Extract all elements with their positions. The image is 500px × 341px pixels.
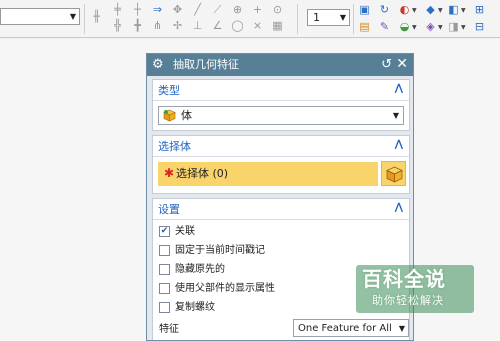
- required-marker: ✱: [164, 166, 175, 180]
- parent-display-label: 使用父部件的显示属性: [175, 283, 275, 294]
- grid-point-icon[interactable]: ╬: [111, 19, 124, 32]
- toolbar-divider: [297, 4, 298, 34]
- chevron-down-icon[interactable]: ▼: [412, 7, 417, 14]
- chevron-down-icon[interactable]: ▼: [438, 7, 443, 14]
- feature-select[interactable]: One Feature for All B ▼: [293, 319, 409, 337]
- zoom-icon[interactable]: ▤: [358, 20, 371, 33]
- chevron-down-icon[interactable]: ▼: [461, 24, 466, 31]
- type-section-heading: 类型: [158, 84, 180, 97]
- cube-view-icon[interactable]: ◆: [424, 3, 437, 16]
- toolbar-divider: [84, 4, 85, 34]
- snap-point-icon[interactable]: ╫: [90, 10, 103, 23]
- copy-threads-label: 复制螺纹: [175, 302, 215, 313]
- fit-view-icon[interactable]: ▣: [358, 3, 371, 16]
- feature-label: 特征: [159, 324, 179, 335]
- chevron-down-icon[interactable]: ▼: [412, 24, 417, 31]
- chevron-down-icon[interactable]: ▼: [461, 7, 466, 14]
- watermark: 百科全说 助你轻松解决: [356, 265, 474, 315]
- intersection-icon[interactable]: ⨯: [251, 19, 264, 32]
- chevron-down-icon: ▼: [69, 12, 76, 21]
- circle-center-icon[interactable]: ⊕: [231, 3, 244, 16]
- type-section-header[interactable]: 类型 ⋀: [153, 80, 409, 101]
- line-icon[interactable]: ╱: [191, 3, 204, 16]
- chevron-down-icon: ▼: [339, 13, 346, 22]
- move-icon[interactable]: ✥: [171, 3, 184, 16]
- select-body-button[interactable]: [381, 161, 406, 186]
- select-body-section-header[interactable]: 选择体 ⋀: [153, 136, 409, 157]
- midpoint-icon[interactable]: ┼: [131, 3, 144, 16]
- select-body-field[interactable]: ✱ 选择体 (0): [158, 162, 378, 186]
- close-icon[interactable]: ✕: [396, 56, 408, 72]
- chevron-down-icon: ▼: [398, 324, 405, 333]
- perpendicular-icon[interactable]: ⊥: [191, 19, 204, 32]
- fix-at-timestamp-checkbox[interactable]: [159, 245, 170, 256]
- work-layer-value: 1: [313, 11, 320, 24]
- associative-label: 关联: [175, 226, 195, 237]
- brush-icon[interactable]: ✎: [378, 20, 391, 33]
- type-section: 类型 ⋀ 体 ▼: [152, 79, 410, 131]
- chevron-down-icon: ▼: [392, 111, 399, 120]
- type-select-value: 体: [181, 109, 192, 122]
- plus-icon[interactable]: +: [251, 3, 264, 16]
- hide-original-label: 隐藏原先的: [175, 264, 225, 275]
- chevron-up-icon[interactable]: ⋀: [395, 202, 403, 213]
- orient-icon[interactable]: ⊟: [473, 20, 486, 33]
- select-body-prompt: 选择体 (0): [176, 167, 229, 180]
- snap-filter-combo[interactable]: ▼: [0, 8, 80, 25]
- fix-at-timestamp-label: 固定于当前时间戳记: [175, 245, 265, 256]
- diagonal-icon[interactable]: ⟋: [211, 3, 224, 16]
- work-layer-combo[interactable]: 1 ▼: [307, 9, 350, 26]
- parent-display-checkbox[interactable]: [159, 283, 170, 294]
- chevron-up-icon[interactable]: ⋀: [395, 139, 403, 150]
- circle-icon[interactable]: ◯: [231, 19, 244, 32]
- display-icon[interactable]: ◨: [447, 20, 460, 33]
- copy-threads-checkbox[interactable]: [159, 302, 170, 313]
- rotate-icon[interactable]: ↻: [378, 3, 391, 16]
- wcs-icon[interactable]: ⊞: [473, 3, 486, 16]
- chevron-down-icon[interactable]: ▼: [438, 24, 443, 31]
- hide-original-checkbox[interactable]: [159, 264, 170, 275]
- section-view-icon[interactable]: ◈: [424, 20, 437, 33]
- reset-icon[interactable]: ↺: [381, 57, 392, 72]
- select-body-section: 选择体 ⋀ ✱ 选择体 (0): [152, 135, 410, 194]
- select-body-section-heading: 选择体: [158, 140, 191, 153]
- grid-icon[interactable]: ▦: [271, 19, 284, 32]
- angle-icon[interactable]: ∠: [211, 19, 224, 32]
- dialog-title: 抽取几何特征: [173, 58, 239, 71]
- tangent-icon[interactable]: ⊙: [271, 3, 284, 16]
- settings-section-heading: 设置: [158, 203, 180, 216]
- chevron-up-icon[interactable]: ⋀: [395, 83, 403, 94]
- watermark-tagline: 助你轻松解决: [372, 294, 444, 307]
- watermark-logo: 百科全说: [362, 267, 446, 291]
- body-icon: [163, 109, 176, 122]
- layer-settings-icon[interactable]: ◧: [447, 3, 460, 16]
- arrow-right-icon[interactable]: ⇒: [151, 3, 164, 16]
- cross-icon[interactable]: ✢: [171, 19, 184, 32]
- tree-icon[interactable]: ╋: [131, 19, 144, 32]
- toolbar-divider: [353, 4, 354, 34]
- cube-icon: [386, 166, 403, 183]
- main-toolbar: ▼ ╫ ╪ ╬ ┼ ╋ ⇒ ⋔ ✥ ✢ ╱ ⊥ ⟋ ∠ ⊕ ◯ + ⨯ ⊙ ▦ …: [0, 0, 500, 38]
- render-style-icon[interactable]: ◐: [398, 3, 411, 16]
- associative-checkbox[interactable]: ✔: [159, 226, 170, 237]
- edit-color-icon[interactable]: ◒: [398, 20, 411, 33]
- feature-select-value: One Feature for All B: [298, 323, 396, 334]
- dialog-title-bar[interactable]: ⚙ 抽取几何特征 ↺ ✕: [147, 54, 413, 76]
- settings-section-header[interactable]: 设置 ⋀: [153, 199, 409, 220]
- endpoint-icon[interactable]: ╪: [111, 3, 124, 16]
- gear-icon[interactable]: ⚙: [152, 57, 164, 72]
- type-select[interactable]: 体 ▼: [158, 106, 404, 125]
- hierarchy-icon[interactable]: ⋔: [151, 19, 164, 32]
